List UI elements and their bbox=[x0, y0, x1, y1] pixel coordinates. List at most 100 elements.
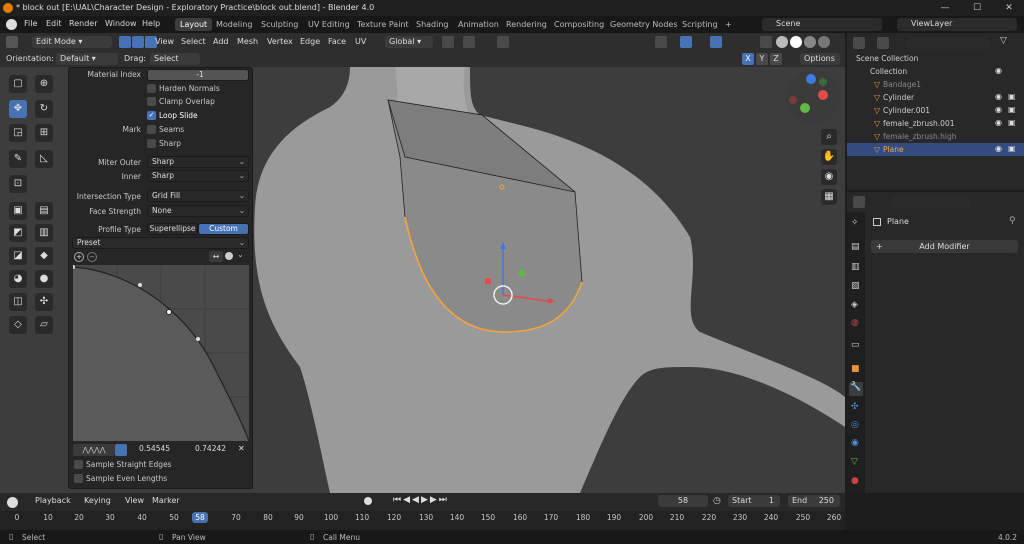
eye-icon[interactable]: ◉ bbox=[995, 66, 1002, 75]
annotate-tool-icon[interactable]: ✎ bbox=[9, 150, 27, 168]
tab-modeling[interactable]: Modeling bbox=[211, 18, 257, 31]
output-tab-icon[interactable]: ▥ bbox=[851, 262, 860, 272]
data-tab-icon[interactable]: ▽ bbox=[851, 457, 858, 467]
camera-view-icon[interactable]: ◉ bbox=[821, 169, 837, 185]
bevel-tool-icon[interactable]: ◩ bbox=[9, 224, 27, 242]
tab-geometry-nodes[interactable]: Geometry Nodes bbox=[605, 18, 682, 31]
start-frame-field[interactable]: Start 1 bbox=[728, 495, 780, 507]
material-index-field[interactable]: -1 bbox=[147, 69, 249, 81]
tab-shading[interactable]: Shading bbox=[411, 18, 454, 31]
profile-superellipse-button[interactable]: Superellipse bbox=[147, 223, 198, 235]
rip-region-tool-icon[interactable]: ▱ bbox=[35, 316, 53, 334]
menu-vertex[interactable]: Vertex bbox=[267, 36, 293, 48]
edge-slide-tool-icon[interactable]: ◫ bbox=[9, 293, 27, 311]
material-shading-icon[interactable] bbox=[804, 36, 816, 48]
scene-selector[interactable]: Scene bbox=[762, 18, 882, 31]
measure-tool-icon[interactable]: ◺ bbox=[35, 150, 53, 168]
reverse-path-icon[interactable]: ↔ bbox=[209, 251, 223, 262]
clamp-overlap-checkbox[interactable] bbox=[147, 97, 156, 106]
playback-menu[interactable]: Playback bbox=[35, 495, 71, 507]
preset-dropdown[interactable]: Preset ⌄ bbox=[72, 237, 249, 249]
menu-edit[interactable]: Edit bbox=[46, 19, 62, 28]
spin-tool-icon[interactable]: ◕ bbox=[9, 270, 27, 288]
handle-type-icon[interactable] bbox=[225, 252, 233, 260]
menu-window[interactable]: Window bbox=[105, 19, 137, 28]
filter-icon[interactable]: ▽ bbox=[1000, 36, 1007, 46]
view-layer-selector[interactable]: ViewLayer bbox=[897, 18, 1017, 31]
menu-mesh[interactable]: Mesh bbox=[237, 36, 258, 48]
menu-help[interactable]: Help bbox=[142, 19, 160, 28]
vertex-select-icon[interactable] bbox=[119, 36, 131, 48]
playback-controls[interactable]: ⏮◀◀▶▶⏭ bbox=[393, 495, 449, 505]
profile-custom-button[interactable]: Custom bbox=[198, 223, 249, 235]
render-tab-icon[interactable]: ▤ bbox=[851, 242, 860, 252]
point-x-value[interactable]: 0.54545 bbox=[139, 444, 170, 453]
gizmo-toggle-icon[interactable] bbox=[680, 36, 692, 48]
constraints-tab-icon[interactable]: ◉ bbox=[851, 438, 859, 448]
point-y-value[interactable]: 0.74242 bbox=[195, 444, 226, 453]
harden-normals-checkbox[interactable] bbox=[147, 84, 156, 93]
eye-icon[interactable]: ◉ bbox=[995, 118, 1002, 127]
zoom-icon[interactable]: ⌕ bbox=[821, 129, 837, 145]
solid-shading-icon[interactable] bbox=[790, 36, 802, 48]
sharp-checkbox[interactable] bbox=[147, 139, 156, 148]
pin-icon[interactable]: ⚲ bbox=[1009, 216, 1016, 226]
collection-tab-icon[interactable]: ▭ bbox=[851, 340, 860, 350]
orientation-selector[interactable]: Default ▾ bbox=[56, 53, 118, 65]
menu-edge[interactable]: Edge bbox=[300, 36, 320, 48]
options-menu[interactable]: Options bbox=[800, 53, 840, 65]
mirror-x-toggle[interactable]: X bbox=[742, 53, 754, 65]
rendered-shading-icon[interactable] bbox=[818, 36, 830, 48]
drag-selector[interactable]: Select Box bbox=[150, 53, 200, 75]
tab-rendering[interactable]: Rendering bbox=[501, 18, 552, 31]
view-layer-tab-icon[interactable]: ▧ bbox=[851, 281, 860, 291]
loop-cut-tool-icon[interactable]: ▥ bbox=[35, 224, 53, 242]
object-tab-icon[interactable]: ■ bbox=[851, 364, 860, 374]
zoom-in-icon[interactable]: + bbox=[74, 252, 84, 262]
keying-menu[interactable]: Keying bbox=[84, 495, 111, 507]
knife-tool-icon[interactable]: ◪ bbox=[9, 247, 27, 265]
transform-tool-icon[interactable]: ⊞ bbox=[35, 124, 53, 142]
loop-slide-checkbox[interactable]: ✓ bbox=[147, 111, 156, 120]
menu-view[interactable]: View bbox=[155, 36, 174, 48]
eye-icon[interactable]: ◉ bbox=[995, 92, 1002, 101]
tool-tab-icon[interactable]: ✧ bbox=[851, 218, 859, 228]
modifier-tab-icon[interactable]: 🔧 bbox=[849, 382, 863, 396]
outliner-search-input[interactable] bbox=[907, 37, 989, 49]
menu-file[interactable]: File bbox=[24, 19, 37, 28]
snap-icon[interactable] bbox=[463, 36, 475, 48]
marker-menu[interactable]: Marker bbox=[152, 495, 180, 507]
poly-build-tool-icon[interactable]: ◆ bbox=[35, 247, 53, 265]
camera-icon[interactable]: ▣ bbox=[1008, 144, 1016, 153]
seams-checkbox[interactable] bbox=[147, 125, 156, 134]
camera-icon[interactable]: ▣ bbox=[1008, 105, 1016, 114]
cursor-tool-icon[interactable]: ⊕ bbox=[35, 75, 53, 93]
shear-tool-icon[interactable]: ◇ bbox=[9, 316, 27, 334]
overlays-toggle-icon[interactable] bbox=[710, 36, 722, 48]
camera-icon[interactable]: ▣ bbox=[1008, 118, 1016, 127]
visibility-icon[interactable] bbox=[655, 36, 667, 48]
rotate-tool-icon[interactable]: ↻ bbox=[35, 100, 53, 118]
tab-scripting[interactable]: Scripting bbox=[677, 18, 723, 31]
handle-type-buttons[interactable]: ⋀⋀⋀⋀ bbox=[73, 444, 115, 456]
inset-tool-icon[interactable]: ▤ bbox=[35, 202, 53, 220]
mirror-y-toggle[interactable]: Y bbox=[756, 53, 768, 65]
miter-outer-dropdown[interactable]: Sharp ⌄ bbox=[147, 156, 249, 168]
world-tab-icon[interactable]: ◍ bbox=[851, 318, 859, 328]
display-mode-icon[interactable] bbox=[877, 37, 889, 49]
timeline-editor-icon[interactable] bbox=[7, 497, 18, 508]
menu-select[interactable]: Select bbox=[181, 36, 206, 48]
smooth-tool-icon[interactable]: ● bbox=[35, 270, 53, 288]
zoom-out-icon[interactable]: − bbox=[87, 252, 97, 262]
pan-hand-icon[interactable]: ✋ bbox=[821, 149, 837, 165]
view-menu[interactable]: View bbox=[125, 495, 144, 507]
scene-collection-row[interactable]: Scene Collection bbox=[847, 52, 1024, 65]
proportional-edit-icon[interactable] bbox=[497, 36, 509, 48]
tab-uv-editing[interactable]: UV Editing bbox=[303, 18, 355, 31]
perspective-toggle-icon[interactable]: ▦ bbox=[821, 189, 837, 205]
minimize-button[interactable]: — bbox=[930, 0, 960, 16]
curve-menu-icon[interactable]: ⌄ bbox=[237, 250, 244, 259]
tab-sculpting[interactable]: Sculpting bbox=[256, 18, 303, 31]
tab-compositing[interactable]: Compositing bbox=[549, 18, 609, 31]
scene-tab-icon[interactable]: ◈ bbox=[851, 300, 858, 310]
